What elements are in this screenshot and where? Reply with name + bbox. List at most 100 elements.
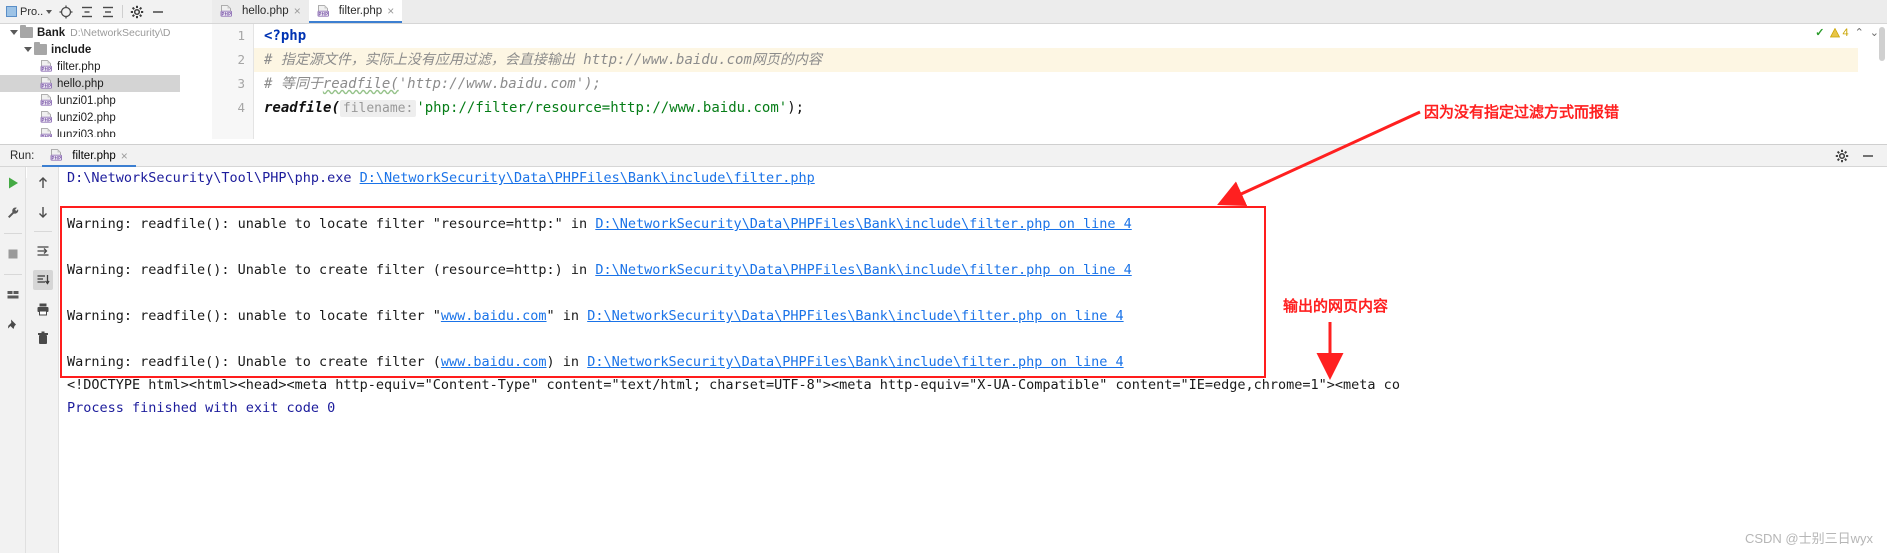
expand-all-icon[interactable]: [101, 5, 115, 19]
php-open-tag: <?php: [264, 28, 307, 44]
php-file-icon: PHP: [40, 77, 53, 90]
tree-item-path: D:\NetworkSecurity\D: [70, 26, 171, 39]
console-command-line: D:\NetworkSecurity\Tool\PHP\php.exe D:\N…: [59, 167, 1887, 190]
chevron-down-icon[interactable]: [22, 45, 32, 55]
warning-inner-link[interactable]: www.baidu.com: [441, 308, 547, 324]
tree-item-lunzi03-php[interactable]: PHP lunzi03.php: [0, 126, 180, 137]
warning-file-link[interactable]: D:\NetworkSecurity\Data\PHPFiles\Bank\in…: [595, 262, 1131, 278]
code-line-3: # 等同于readfile('http://www.baidu.com');: [254, 72, 1858, 96]
warning-text: Warning: readfile(): unable to locate fi…: [67, 308, 441, 324]
console-spacer: [59, 236, 1887, 259]
comment-text-2b: 网页的内容: [751, 52, 822, 68]
gear-icon[interactable]: [1835, 149, 1849, 163]
tree-item-lunzi02-php[interactable]: PHP lunzi02.php: [0, 109, 180, 126]
gutter-line-number: 3: [237, 76, 245, 91]
php-file-icon: PHP: [317, 4, 330, 18]
tree-item-include[interactable]: include: [0, 41, 180, 58]
comment-link-2[interactable]: http://www.baidu.com: [583, 52, 752, 68]
editor-gutter: 1 2 3 4: [212, 24, 254, 139]
warning-inner-link[interactable]: www.baidu.com: [441, 354, 547, 370]
run-toolbar-left: [0, 167, 26, 553]
tree-item-lunzi01-php[interactable]: PHP lunzi01.php: [0, 92, 180, 109]
console-exit-line: Process finished with exit code 0: [67, 400, 336, 416]
project-selector[interactable]: Pro..: [6, 5, 53, 18]
tree-item-hello-php[interactable]: PHP hello.php: [0, 75, 180, 92]
php-exe-path: D:\NetworkSecurity\Tool\PHP\php.exe: [67, 170, 360, 186]
wrench-icon[interactable]: [3, 203, 23, 223]
run-console[interactable]: D:\NetworkSecurity\Tool\PHP\php.exe D:\N…: [59, 167, 1887, 553]
warning-count-badge[interactable]: 4: [1830, 26, 1849, 39]
hide-icon[interactable]: [151, 5, 165, 19]
parameter-hint: filename:: [339, 100, 417, 117]
warning-text-mid: ) in: [546, 354, 588, 370]
comment-hash-2: #: [264, 52, 281, 68]
locate-icon[interactable]: [59, 5, 73, 19]
soft-wrap-icon[interactable]: [33, 241, 53, 261]
chevron-down-icon[interactable]: [46, 9, 53, 14]
chevron-up-icon[interactable]: ⌃: [1855, 26, 1864, 39]
gear-icon[interactable]: [130, 5, 144, 19]
editor-scrollbar[interactable]: [1877, 24, 1887, 139]
tree-item-label: include: [51, 43, 92, 56]
script-path-link[interactable]: D:\NetworkSecurity\Data\PHPFiles\Bank\in…: [360, 170, 815, 186]
comment-quote-3b: ');: [575, 76, 602, 92]
console-html-output: <!DOCTYPE html><html><head><meta http-eq…: [67, 377, 1400, 393]
gutter-line-number: 2: [237, 52, 245, 67]
stop-icon[interactable]: [3, 244, 23, 264]
editor-tabbar: PHP hello.php × PHP filter.php ×: [212, 0, 1887, 24]
editor-tab-hello-php[interactable]: PHP hello.php ×: [212, 0, 309, 23]
comment-text-3a: 等同于: [280, 76, 323, 92]
rerun-icon[interactable]: [3, 173, 23, 193]
toolbar-divider: [3, 233, 22, 234]
run-tab-filter-php[interactable]: PHP filter.php ×: [42, 144, 136, 167]
editor-tab-filter-php[interactable]: PHP filter.php ×: [308, 0, 403, 23]
close-icon[interactable]: ×: [294, 5, 301, 17]
warning-count-value: 4: [1842, 26, 1849, 39]
close-icon[interactable]: ×: [121, 150, 128, 162]
collapse-all-icon[interactable]: [80, 5, 94, 19]
scrollbar-thumb[interactable]: [1879, 27, 1885, 61]
chevron-down-icon[interactable]: [8, 28, 18, 38]
php-file-icon: PHP: [50, 149, 63, 162]
console-spacer: [59, 282, 1887, 305]
php-file-icon: PHP: [220, 4, 233, 18]
php-file-icon: PHP: [40, 94, 53, 107]
svg-text:PHP: PHP: [221, 11, 231, 16]
comment-link-3[interactable]: http://www.baidu.com: [407, 76, 576, 92]
scroll-up-icon[interactable]: [33, 173, 53, 193]
tree-item-label: hello.php: [57, 77, 104, 90]
svg-text:PHP: PHP: [41, 134, 51, 137]
scroll-down-icon[interactable]: [33, 202, 53, 222]
pin-icon[interactable]: [3, 315, 23, 335]
layout-icon[interactable]: [3, 285, 23, 305]
tree-item-label: filter.php: [57, 60, 101, 73]
svg-text:PHP: PHP: [41, 83, 51, 88]
trash-icon[interactable]: [33, 328, 53, 348]
print-icon[interactable]: [33, 299, 53, 319]
scroll-to-end-icon[interactable]: [32, 270, 53, 290]
warning-text-mid: " in: [546, 308, 588, 324]
code-line-2: # 指定源文件，实际上没有应用过滤，会直接输出 http://www.baidu…: [254, 48, 1858, 72]
project-icon: [6, 6, 17, 17]
check-mark-icon: ✓: [1815, 27, 1825, 39]
tree-item-filter-php[interactable]: PHP filter.php: [0, 58, 180, 75]
warning-file-link[interactable]: D:\NetworkSecurity\Data\PHPFiles\Bank\in…: [587, 308, 1123, 324]
project-tree: Bank D:\NetworkSecurity\D include PHP filter…: [0, 24, 180, 137]
tree-item-bank[interactable]: Bank D:\NetworkSecurity\D: [0, 24, 180, 41]
minimize-icon[interactable]: [1861, 149, 1875, 163]
close-icon[interactable]: ×: [387, 5, 394, 17]
project-tab-label: Pro..: [20, 5, 44, 18]
svg-text:PHP: PHP: [318, 11, 328, 16]
comment-quote-3a: ': [398, 76, 408, 92]
code-line-1: <?php: [254, 24, 1858, 48]
php-file-icon: PHP: [40, 60, 53, 73]
svg-text:PHP: PHP: [41, 100, 51, 105]
console-warning-line: Warning: readfile(): Unable to create fi…: [59, 259, 1887, 282]
warning-text: Warning: readfile(): Unable to create fi…: [67, 262, 596, 278]
comment-fn-3: readfile(: [322, 76, 399, 92]
console-spacer: [59, 190, 1887, 213]
filter-string-literal: 'php://filter/resource=http://www.baidu.…: [416, 100, 788, 116]
console-spacer: [59, 328, 1887, 351]
warning-file-link[interactable]: D:\NetworkSecurity\Data\PHPFiles\Bank\in…: [587, 354, 1123, 370]
warning-file-link[interactable]: D:\NetworkSecurity\Data\PHPFiles\Bank\in…: [595, 216, 1131, 232]
